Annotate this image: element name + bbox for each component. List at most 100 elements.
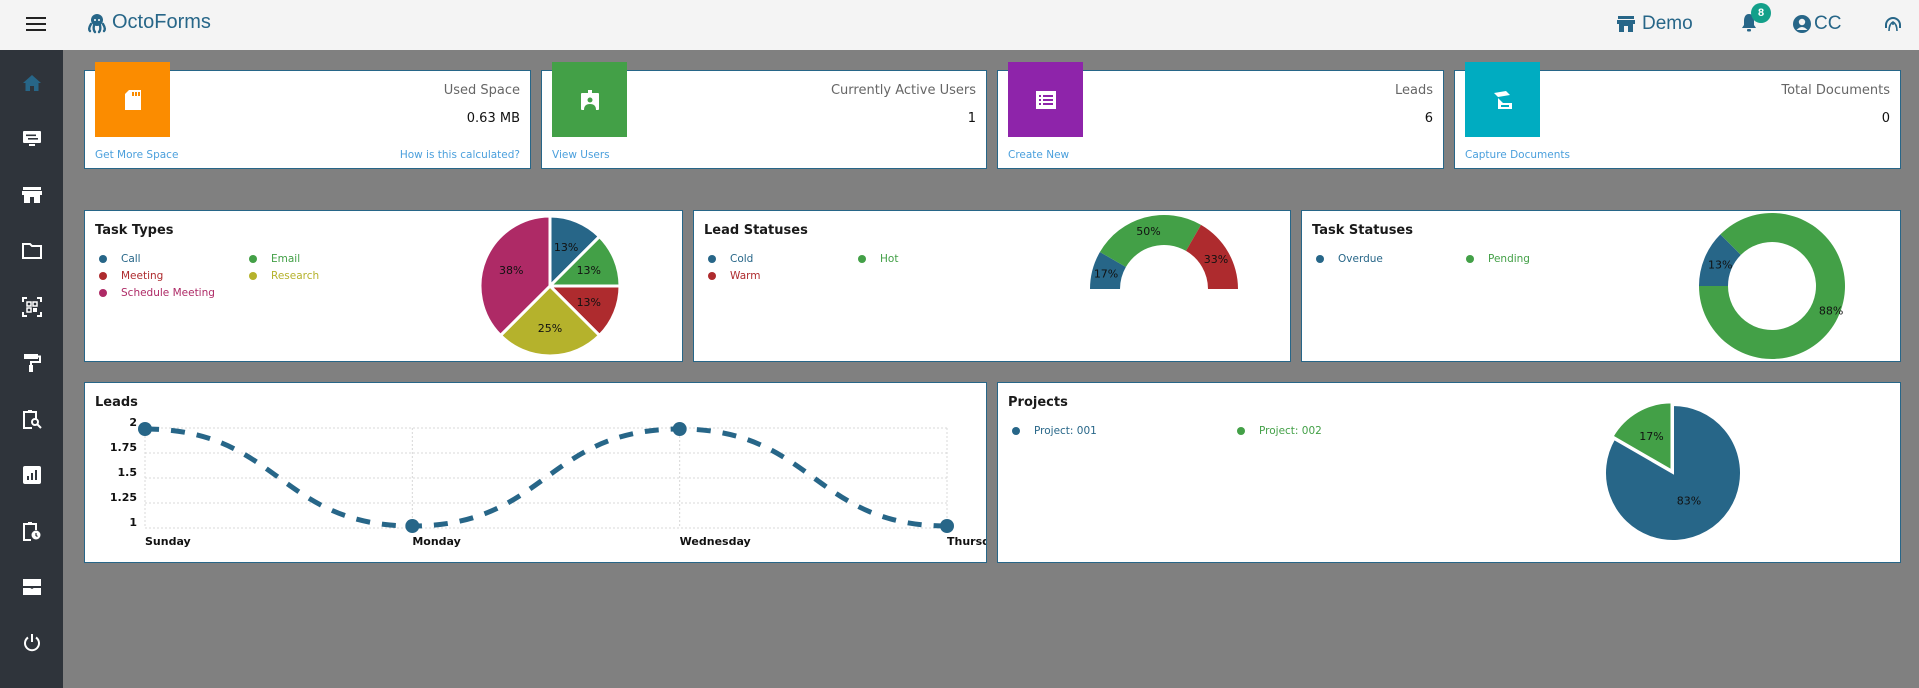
slice-label-research: 25% [538, 322, 562, 335]
stat-value: 6 [1424, 111, 1433, 126]
legend-dot-icon [1012, 427, 1020, 435]
leads-line-card: Leads 1 1.25 1.5 1.75 2 Sunday Monday Wednesday… [84, 382, 987, 563]
slice-pending[interactable] [1699, 213, 1845, 359]
support-agent-icon [1885, 17, 1901, 32]
sidebar-item-themes[interactable] [20, 351, 44, 375]
stat-title: Leads [1394, 83, 1433, 98]
sidebar-item-qr-scan[interactable] [20, 295, 44, 319]
legend-dot-icon [858, 255, 866, 263]
stat-title: Used Space [443, 83, 520, 98]
task-statuses-donut-chart: 13% 88% [1699, 213, 1845, 359]
legend-dot-icon [99, 255, 107, 263]
legend-item-pending[interactable]: Pending [1466, 253, 1576, 265]
legend-item-project-002[interactable]: Project: 002 [1237, 425, 1387, 437]
task-types-pie-chart: 13% 13% 13% 25% 38% [478, 214, 622, 358]
y-tick-label: 1.25 [110, 491, 137, 504]
task-statuses-card: Task Statuses Overdue Pending 13% 88% [1301, 210, 1901, 362]
stat-icon-box [1465, 62, 1540, 137]
qr-code-scan-icon [22, 297, 42, 317]
y-tick-label: 1.5 [118, 466, 138, 479]
paint-roller-icon [24, 354, 41, 372]
data-point-thursday[interactable] [940, 519, 954, 533]
chart-legend: Overdue Pending [1316, 253, 1576, 265]
legend-dot-icon [99, 272, 107, 280]
slice-label-cold: 17% [1094, 267, 1118, 280]
capture-documents-link[interactable]: Capture Documents [1465, 149, 1570, 161]
legend-dot-icon [708, 272, 716, 280]
slice-label-project-002: 17% [1639, 430, 1663, 443]
sidebar-item-home[interactable] [20, 71, 44, 95]
chart-title: Task Statuses [1312, 223, 1413, 238]
lead-statuses-semi-donut-chart: 17% 50% 33% [1090, 215, 1238, 289]
sidebar-item-audit[interactable] [20, 407, 44, 431]
sidebar-item-inbox[interactable] [20, 575, 44, 599]
sd-card-icon [124, 89, 141, 110]
stat-title: Currently Active Users [830, 83, 976, 98]
projects-pie-chart: 83% 17% [1604, 401, 1742, 542]
chart-legend: Cold Hot Warm [708, 253, 968, 282]
legend-item-project-001[interactable]: Project: 001 [1012, 425, 1237, 437]
store-icon [1617, 16, 1635, 32]
sidebar-item-forms[interactable] [20, 127, 44, 151]
notifications-button[interactable]: 8 [1741, 3, 1771, 37]
view-users-link[interactable]: View Users [552, 149, 610, 161]
stat-value: 1 [967, 111, 976, 126]
stat-card-documents: Total Documents 0 Capture Documents [1454, 62, 1901, 169]
stat-card-active-users: Currently Active Users 1 View Users [541, 62, 987, 169]
scanner-icon [1493, 90, 1512, 109]
slice-label-pending: 88% [1819, 304, 1843, 317]
legend-item-warm[interactable]: Warm [708, 270, 858, 282]
how-calculated-link[interactable]: How is this calculated? [400, 149, 520, 161]
legend-item-hot[interactable]: Hot [858, 253, 968, 265]
slice-label-warm: 33% [1204, 253, 1228, 266]
legend-item-email[interactable]: Email [249, 253, 359, 265]
clipboard-search-icon [23, 410, 42, 429]
folder-icon [22, 243, 42, 259]
legend-dot-icon [1237, 427, 1245, 435]
top-bar: OctoForms Demo 8 CC [0, 0, 1919, 50]
data-point-monday[interactable] [405, 519, 420, 533]
user-menu[interactable]: CC [1792, 13, 1841, 35]
legend-dot-icon [249, 272, 257, 280]
stat-icon-box [552, 62, 627, 137]
data-point-wednesday[interactable] [672, 422, 687, 436]
list-form-icon [1035, 90, 1056, 109]
x-tick-label: Monday [412, 535, 460, 548]
legend-item-schedule-meeting[interactable]: Schedule Meeting [99, 287, 249, 299]
sidebar-item-schedules[interactable] [20, 519, 44, 543]
data-point-sunday[interactable] [138, 422, 152, 436]
sidebar-item-logout[interactable] [20, 631, 44, 655]
inbox-tray-icon [23, 579, 41, 595]
legend-item-research[interactable]: Research [249, 270, 359, 282]
legend-dot-icon [1316, 255, 1324, 263]
create-new-link[interactable]: Create New [1008, 149, 1069, 161]
lead-statuses-card: Lead Statuses Cold Hot Warm 17% 50% 33% [693, 210, 1291, 362]
legend-item-call[interactable]: Call [99, 253, 249, 265]
chart-legend: Project: 001 Project: 002 [1012, 425, 1392, 437]
legend-item-cold[interactable]: Cold [708, 253, 858, 265]
x-tick-label: Sunday [145, 535, 191, 548]
stat-value: 0.63 MB [466, 111, 520, 126]
workspace-selector[interactable]: Demo [1617, 13, 1693, 35]
forms-settings-icon [23, 131, 41, 146]
legend-item-overdue[interactable]: Overdue [1316, 253, 1466, 265]
slice-label-schedule-meeting: 38% [499, 264, 523, 277]
x-tick-label: Thursd [947, 535, 986, 548]
get-more-space-link[interactable]: Get More Space [95, 149, 178, 161]
sidebar-item-store[interactable] [20, 183, 44, 207]
app-logo[interactable]: OctoForms [86, 11, 211, 34]
legend-item-meeting[interactable]: Meeting [99, 270, 249, 282]
menu-toggle-icon[interactable] [26, 17, 46, 32]
y-tick-label: 1 [129, 516, 137, 529]
legend-dot-icon [1466, 255, 1474, 263]
sidebar [0, 50, 63, 688]
support-button[interactable] [1883, 15, 1903, 39]
legend-label: Cold [730, 253, 754, 265]
task-types-card: Task Types Call Email Meeting Research Sched… [84, 210, 683, 362]
sidebar-item-reports[interactable] [20, 463, 44, 487]
slice-hot[interactable] [1099, 215, 1201, 267]
sidebar-item-files[interactable] [20, 239, 44, 263]
stat-icon-box [1008, 62, 1083, 137]
chart-title: Lead Statuses [704, 223, 808, 238]
legend-label: Schedule Meeting [121, 287, 215, 299]
